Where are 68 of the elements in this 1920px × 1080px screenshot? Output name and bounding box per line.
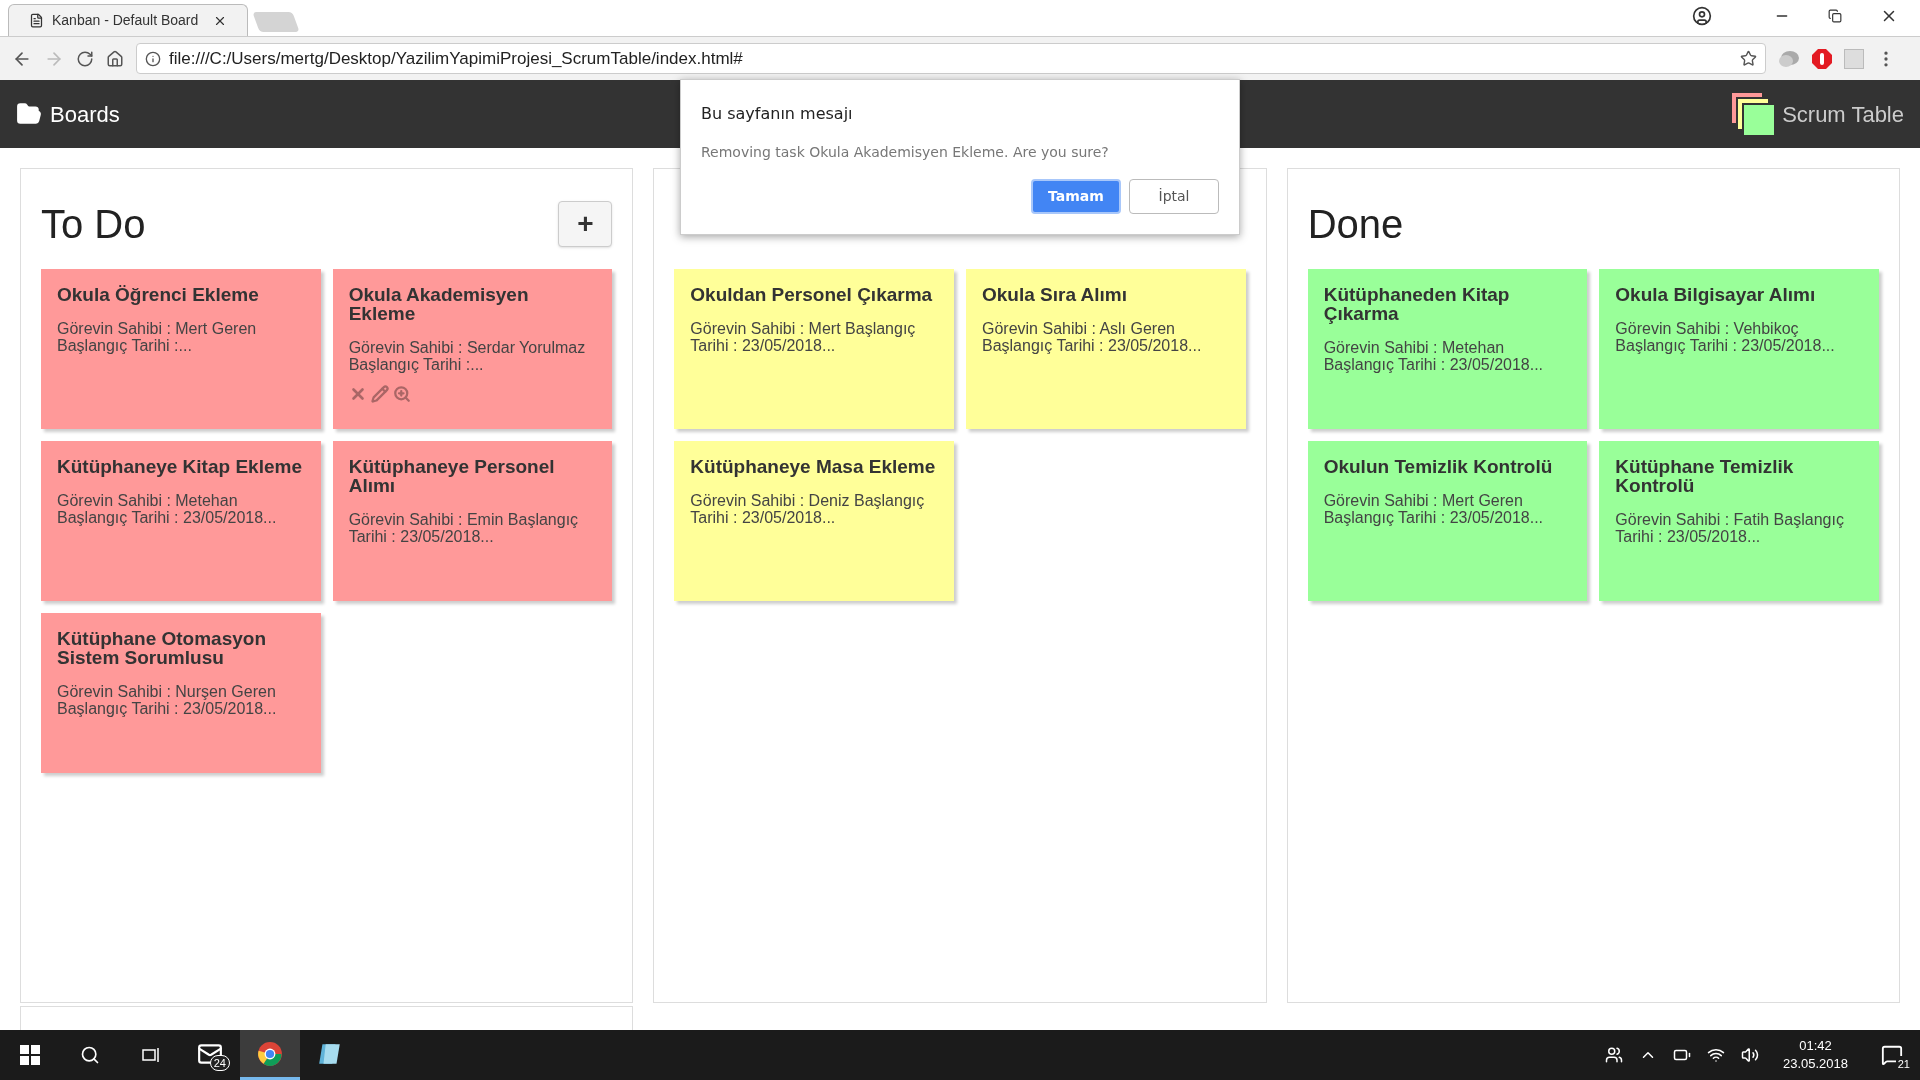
- browser-icon: [257, 1040, 283, 1067]
- people-icon[interactable]: [1604, 1046, 1623, 1064]
- cancel-button[interactable]: İptal: [1129, 179, 1219, 214]
- windows-logo-icon: [20, 1045, 40, 1065]
- card-details: Görevin Sahibi : Metehan Başlangıç Tarihi : 23/05/2018...: [57, 492, 278, 526]
- card-title: Kütüphaneye Personel Alımı: [348, 457, 556, 495]
- card-details: Görevin Sahibi : Mert Geren Başlangıç Tarihi : 23/05/2018...: [1323, 492, 1545, 526]
- card-details: Görevin Sahibi : Metehan Başlangıç Tarihi : 23/05/2018...: [1323, 339, 1545, 373]
- task-card[interactable]: Okuldan Personel Çıkarma Görevin Sahibi : Mert Başlangıç Tarihi : 23/05/2018...: [674, 269, 954, 429]
- card-details: Görevin Sahibi : Mert Geren Başlangıç Tarihi :...: [57, 320, 258, 354]
- profile-icon[interactable]: [1692, 6, 1712, 26]
- column-title: To Do: [41, 201, 146, 248]
- card-title: Kütüphaneye Kitap Ekleme: [57, 457, 303, 476]
- task-card[interactable]: Kütüphaneye Personel Alımı Görevin Sahibi : Emin Başlangıç Tarihi : 23/05/2018...: [332, 441, 613, 601]
- card-title: Okula Sıra Alımı: [982, 285, 1128, 304]
- card-title: Kütüphaneye Masa Ekleme: [690, 457, 937, 476]
- task-card[interactable]: Okulun Temizlik Kontrolü Görevin Sahibi : Mert Geren Başlangıç Tarihi : 23/05/2018...: [1307, 441, 1588, 601]
- taskbar-app[interactable]: 24: [180, 1030, 240, 1080]
- wifi-icon[interactable]: [1706, 1046, 1725, 1064]
- card-details: Görevin Sahibi : Aslı Geren Başlangıç Tarihi : 23/05/2018...: [982, 320, 1203, 354]
- browser-tab[interactable]: Kanban - Default Board: [8, 4, 248, 36]
- card-details: Görevin Sahibi : Serdar Yorulmaz Başlangıç Tarihi :...: [348, 339, 587, 373]
- clock[interactable]: 01:42 23.05.2018: [1774, 1037, 1856, 1073]
- home-icon[interactable]: [106, 49, 124, 68]
- task-card[interactable]: Okula Sıra Alımı Görevin Sahibi : Aslı Geren Başlangıç Tarihi : 23/05/2018...: [966, 269, 1246, 429]
- task-card[interactable]: Kütüphaneye Kitap Ekleme Görevin Sahibi : Metehan Başlangıç Tarihi : 23/05/2018...: [41, 441, 321, 601]
- ok-button[interactable]: Tamam: [1031, 179, 1121, 214]
- stop-hand-icon[interactable]: [1812, 48, 1832, 69]
- card-title: Kütüphane Otomasyon Sistem Sorumlusu: [57, 629, 267, 667]
- card-title: Okula Öğrenci Ekleme: [57, 285, 260, 304]
- stacked-cards-logo-icon: [1732, 93, 1775, 135]
- card-details: Görevin Sahibi : Mert Başlangıç Tarihi : 23/05/2018...: [690, 320, 917, 354]
- card-title: Okulun Temizlik Kontrolü: [1323, 457, 1554, 476]
- badge: 24: [209, 1055, 230, 1071]
- taskbar-app[interactable]: [240, 1030, 300, 1080]
- card-details: Görevin Sahibi : Nurşen Geren Başlangıç Tarihi : 23/05/2018...: [57, 683, 278, 717]
- task-card[interactable]: Kütüphane Temizlik Kontrolü Görevin Sahibi : Fatih Başlangıç Tarihi : 23/05/2018...: [1599, 441, 1879, 601]
- page-icon: [29, 13, 44, 28]
- card-title: Okuldan Personel Çıkarma: [690, 285, 934, 304]
- bookmark-star-icon[interactable]: [1740, 50, 1757, 67]
- task-card[interactable]: Kütüphaneden Kitap Çıkarma Görevin Sahibi : Metehan Başlangıç Tarihi : 23/05/2018...: [1307, 269, 1588, 429]
- dialog-title: Bu sayfanın mesajı: [701, 103, 854, 125]
- folder-icon: [16, 101, 42, 127]
- search-icon[interactable]: [80, 1045, 100, 1065]
- card-details: Görevin Sahibi : Vehbikoç Başlangıç Tarihi : 23/05/2018...: [1615, 320, 1836, 354]
- task-view-icon[interactable]: [140, 1045, 160, 1065]
- column-title: Done: [1307, 201, 1404, 248]
- task-card[interactable]: Kütüphane Otomasyon Sistem Sorumlusu Görevin Sahibi : Nurşen Geren Başlangıç Tarihi : 23/05/2018...: [41, 613, 321, 773]
- task-card[interactable]: Kütüphaneye Masa Ekleme Görevin Sahibi : Deniz Başlangıç Tarihi : 23/05/2018...: [674, 441, 954, 601]
- card-title: Kütüphane Temizlik Kontrolü: [1615, 457, 1795, 495]
- boards-link[interactable]: Boards: [16, 97, 120, 131]
- add-task-button[interactable]: +: [558, 201, 613, 247]
- restore-icon[interactable]: [1828, 9, 1842, 23]
- card-details: Görevin Sahibi : Deniz Başlangıç Tarihi : 23/05/2018...: [690, 492, 926, 526]
- card-details: Görevin Sahibi : Fatih Başlangıç Tarihi : 23/05/2018...: [1615, 511, 1845, 545]
- card-title: Okula Akademisyen Ekleme: [348, 285, 530, 323]
- task-card[interactable]: Okula Öğrenci Ekleme Görevin Sahibi : Mert Geren Başlangıç Tarihi :...: [41, 269, 321, 429]
- volume-icon[interactable]: [1740, 1046, 1759, 1064]
- reload-icon[interactable]: [76, 49, 94, 68]
- card-details: Görevin Sahibi : Emin Başlangıç Tarihi : 23/05/2018...: [348, 511, 580, 545]
- info-icon: [145, 50, 161, 67]
- address-bar[interactable]: file:///C:/Users/mertg/Desktop/YazilimYapimiProjesi_ScrumTable/index.html#: [136, 43, 1766, 74]
- app-name: Scrum Table: [1782, 100, 1904, 129]
- dialog-message: Removing task Okula Akademisyen Ekleme. Are you sure?: [701, 143, 1110, 162]
- card-title: Kütüphaneden Kitap Çıkarma: [1323, 285, 1511, 323]
- task-card[interactable]: Okula Bilgisayar Alımı Görevin Sahibi : Vehbikoç Başlangıç Tarihi : 23/05/2018...: [1599, 269, 1879, 429]
- card-title: Okula Bilgisayar Alımı: [1615, 285, 1817, 304]
- url-text: file:///C:/Users/mertg/Desktop/YazilimYapimiProjesi_ScrumTable/index.html#: [169, 47, 744, 70]
